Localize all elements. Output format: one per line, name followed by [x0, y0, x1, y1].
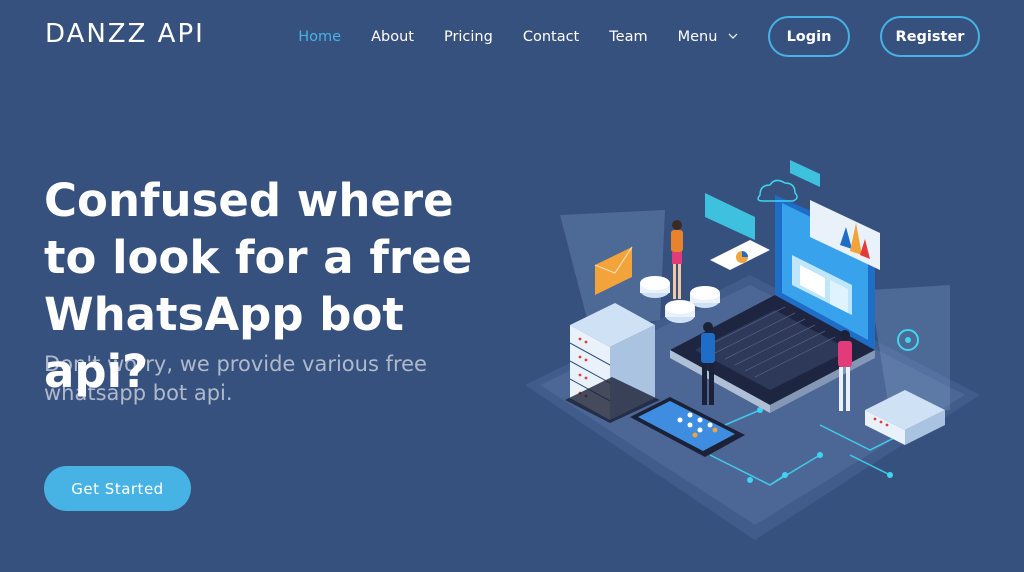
nav-pricing[interactable]: Pricing	[444, 29, 493, 45]
nav-menu-label: Menu	[677, 28, 718, 45]
nav-team[interactable]: Team	[609, 29, 647, 45]
get-started-button[interactable]: Get Started	[44, 466, 191, 511]
login-button[interactable]: Login	[768, 16, 850, 57]
nav-menu-dropdown[interactable]: Menu	[678, 29, 738, 45]
chevron-down-icon	[728, 33, 738, 39]
person-standing-top	[671, 220, 683, 299]
hero-subtitle: Don't worry, we provide various free wha…	[44, 352, 427, 405]
nav-about[interactable]: About	[371, 29, 414, 45]
nav-home[interactable]: Home	[298, 29, 341, 45]
site-logo[interactable]: DANZZ API	[45, 19, 205, 49]
register-button[interactable]: Register	[880, 16, 980, 57]
server-stack-left	[565, 303, 660, 423]
hero-illustration	[525, 160, 980, 540]
main-nav: Home About Pricing Contact Team Menu Log…	[268, 16, 980, 57]
site-header: DANZZ API Home About Pricing Contact Tea…	[0, 0, 1024, 72]
nav-contact[interactable]: Contact	[523, 29, 579, 45]
